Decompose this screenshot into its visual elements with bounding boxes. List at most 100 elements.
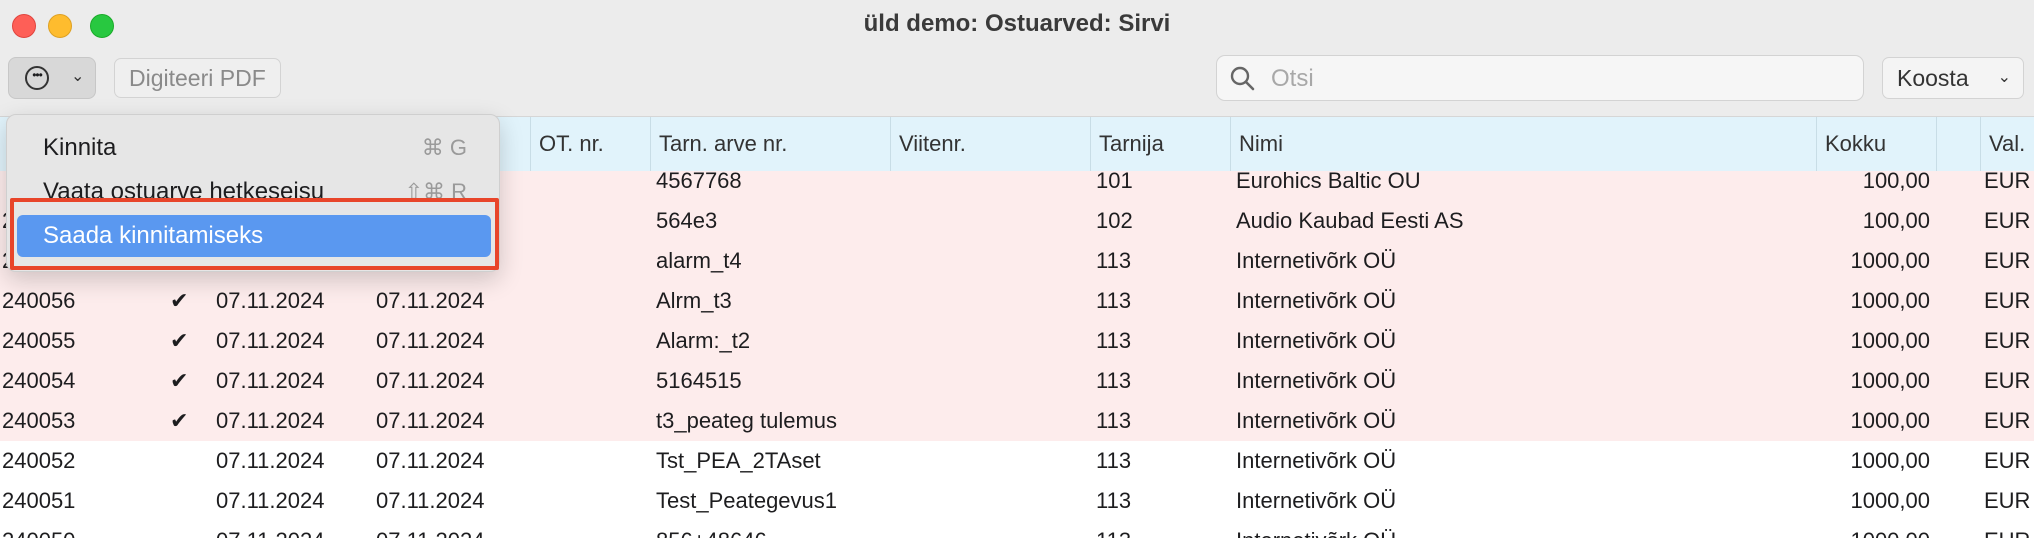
- cell-date2: 07.11.2024: [376, 288, 485, 313]
- cell-tarnija: 101: [1096, 171, 1133, 193]
- check-icon: ✔: [170, 288, 189, 313]
- menu-item-vaata-hetkeseisu[interactable]: Vaata ostuarve hetkeseisu ⇧⌘ R: [17, 171, 491, 213]
- cell-kokku: 1000,00: [1780, 521, 1930, 538]
- check-icon: ✔: [170, 368, 189, 393]
- koosta-label: Koosta: [1897, 65, 1969, 91]
- cell-nr: 240054: [2, 368, 76, 393]
- title-bar: üld demo: Ostuarved: Sirvi: [0, 0, 2034, 52]
- cell-nr: 240056: [2, 288, 76, 313]
- table-row[interactable]: 240054 ✔ 07.11.2024 07.11.2024 5164515 113 Int…: [0, 361, 2034, 402]
- cell-tarnija: 113: [1096, 448, 1132, 473]
- cell-nr: 240050: [2, 521, 132, 538]
- cell-kokku: 100,00: [1862, 208, 1930, 233]
- cell-tarn-arve-nr: alarm_t4: [656, 248, 742, 273]
- menu-item-shortcut: ⇧⌘ R: [404, 179, 467, 204]
- menu-item-shortcut: ⌘ G: [421, 135, 467, 160]
- cell-tarnija: 113: [1096, 521, 1216, 538]
- cell-val: EUR: [1984, 448, 2031, 473]
- column-header-kokku[interactable]: Kokku: [1816, 117, 1936, 171]
- cell-val: EUR: [1984, 368, 2031, 393]
- cell-kokku: 1000,00: [1850, 408, 1930, 433]
- koosta-button[interactable]: Koosta ⌄: [1882, 57, 2024, 99]
- cell-tarnija: 113: [1096, 328, 1132, 353]
- cell-val: EUR: [1984, 408, 2031, 433]
- chevron-down-icon: ⌄: [71, 68, 85, 85]
- chevron-down-icon: ⌄: [1997, 69, 2011, 86]
- cell-val: EUR: [1984, 288, 2031, 313]
- cell-date1: 07.11.2024: [216, 328, 325, 353]
- cell-date2: 07.11.2024: [376, 521, 516, 538]
- column-header-viitenr[interactable]: Viitenr.: [890, 117, 1090, 171]
- cell-kokku: 1000,00: [1850, 288, 1930, 313]
- column-header-tarnija[interactable]: Tarnija: [1090, 117, 1230, 171]
- cell-kokku: 1000,00: [1850, 368, 1930, 393]
- cell-val: EUR: [1984, 328, 2031, 353]
- column-header-ot-nr[interactable]: OT. nr.: [530, 117, 650, 171]
- menu-item-saada-kinnitamiseks[interactable]: Saada kinnitamiseks: [17, 215, 491, 257]
- cell-date1: 07.11.2024: [216, 488, 325, 513]
- search-field[interactable]: [1216, 55, 1864, 101]
- cell-tarn-arve-nr: Alarm:_t2: [656, 328, 751, 353]
- table-row[interactable]: 240051 07.11.2024 07.11.2024 Test_Peategevu…: [0, 481, 2034, 522]
- cell-nimi: Internetivõrk OÜ: [1236, 488, 1397, 513]
- table-row[interactable]: 240052 07.11.2024 07.11.2024 Tst_PEA_2TAset…: [0, 441, 2034, 482]
- cell-val: EUR: [1984, 248, 2031, 273]
- cell-nimi: Internetivõrk OÜ: [1236, 408, 1397, 433]
- cell-kokku: 1000,00: [1850, 248, 1930, 273]
- cell-date1: 07.11.2024: [216, 368, 325, 393]
- cell-tarnija: 102: [1096, 208, 1133, 233]
- cell-kokku: 1000,00: [1850, 328, 1930, 353]
- cell-tarn-arve-nr: t3_peateg tulemus: [656, 408, 838, 433]
- table-row[interactable]: 240055 ✔ 07.11.2024 07.11.2024 Alarm:_t2 113 I…: [0, 321, 2034, 362]
- cell-date1: 07.11.2024: [216, 448, 325, 473]
- search-input[interactable]: [1269, 60, 1833, 98]
- cell-val: EUR: [1984, 488, 2031, 513]
- cell-tarnija: 113: [1096, 408, 1132, 433]
- cell-tarn-arve-nr: Alrm_t3: [656, 288, 732, 313]
- cell-val: EUR: [1984, 521, 2030, 538]
- check-icon: ✔: [170, 328, 189, 353]
- cell-kokku: 100,00: [1862, 171, 1930, 193]
- cell-tarn-arve-nr: 564e3: [656, 208, 718, 233]
- cell-nr: 240053: [2, 408, 76, 433]
- cell-nimi: Internetivõrk OÜ: [1236, 368, 1397, 393]
- cell-date1: 07.11.2024: [216, 521, 356, 538]
- cell-nimi: Internetivõrk OÜ: [1236, 328, 1397, 353]
- table-row[interactable]: 240053 ✔ 07.11.2024 07.11.2024 t3_peateg tul…: [0, 401, 2034, 442]
- menu-item-label: Kinnita: [43, 134, 117, 161]
- cell-tarnija: 113: [1096, 368, 1132, 393]
- cell-tarnija: 113: [1096, 248, 1132, 273]
- cell-tarn-arve-nr: 4567768: [656, 171, 742, 193]
- menu-item-label: Vaata ostuarve hetkeseisu: [43, 178, 325, 205]
- table-row[interactable]: 240050 07.11.2024 07.11.2024 856+48646 113 In…: [0, 521, 2034, 538]
- cell-kokku: 1000,00: [1850, 488, 1930, 513]
- cell-date2: 07.11.2024: [376, 368, 485, 393]
- cell-kokku: 1000,00: [1850, 448, 1930, 473]
- window-title: üld demo: Ostuarved: Sirvi: [863, 10, 1171, 37]
- more-actions-button[interactable]: ••• ⌄: [8, 57, 96, 99]
- cell-date2: 07.11.2024: [376, 448, 485, 473]
- cell-val: EUR: [1984, 171, 2031, 193]
- cell-nr: 240051: [2, 488, 76, 513]
- table-row[interactable]: 240056 ✔ 07.11.2024 07.11.2024 Alrm_t3 113 Int…: [0, 281, 2034, 322]
- cell-tarn-arve-nr: 5164515: [656, 368, 742, 393]
- cell-date1: 07.11.2024: [216, 408, 325, 433]
- cell-date2: 07.11.2024: [376, 328, 485, 353]
- column-header-tarn-arve-nr[interactable]: Tarn. arve nr.: [650, 117, 890, 171]
- digitize-pdf-button[interactable]: Digiteeri PDF: [114, 58, 281, 98]
- column-header-nimi[interactable]: Nimi: [1230, 117, 1816, 171]
- column-header-blank-2[interactable]: [1936, 117, 1980, 171]
- cell-tarnija: 113: [1096, 288, 1132, 313]
- cell-date2: 07.11.2024: [376, 488, 485, 513]
- menu-item-kinnita[interactable]: Kinnita ⌘ G: [17, 127, 491, 169]
- cell-nimi: Eurohics Baltic OÜ: [1236, 171, 1421, 193]
- actions-menu: Kinnita ⌘ G Vaata ostuarve hetkeseisu ⇧⌘…: [6, 114, 500, 272]
- cell-date2: 07.11.2024: [376, 408, 485, 433]
- toolbar: ••• ⌄ Digiteeri PDF Koosta ⌄: [0, 52, 2034, 117]
- cell-nimi: Audio Kaubad Eesti AS: [1236, 208, 1464, 233]
- cell-nimi: Internetivõrk OÜ: [1236, 248, 1397, 273]
- menu-item-label: Saada kinnitamiseks: [43, 222, 264, 249]
- search-icon: [1230, 66, 1255, 91]
- cell-nr: 240052: [2, 448, 76, 473]
- column-header-val[interactable]: Val.: [1980, 117, 2034, 171]
